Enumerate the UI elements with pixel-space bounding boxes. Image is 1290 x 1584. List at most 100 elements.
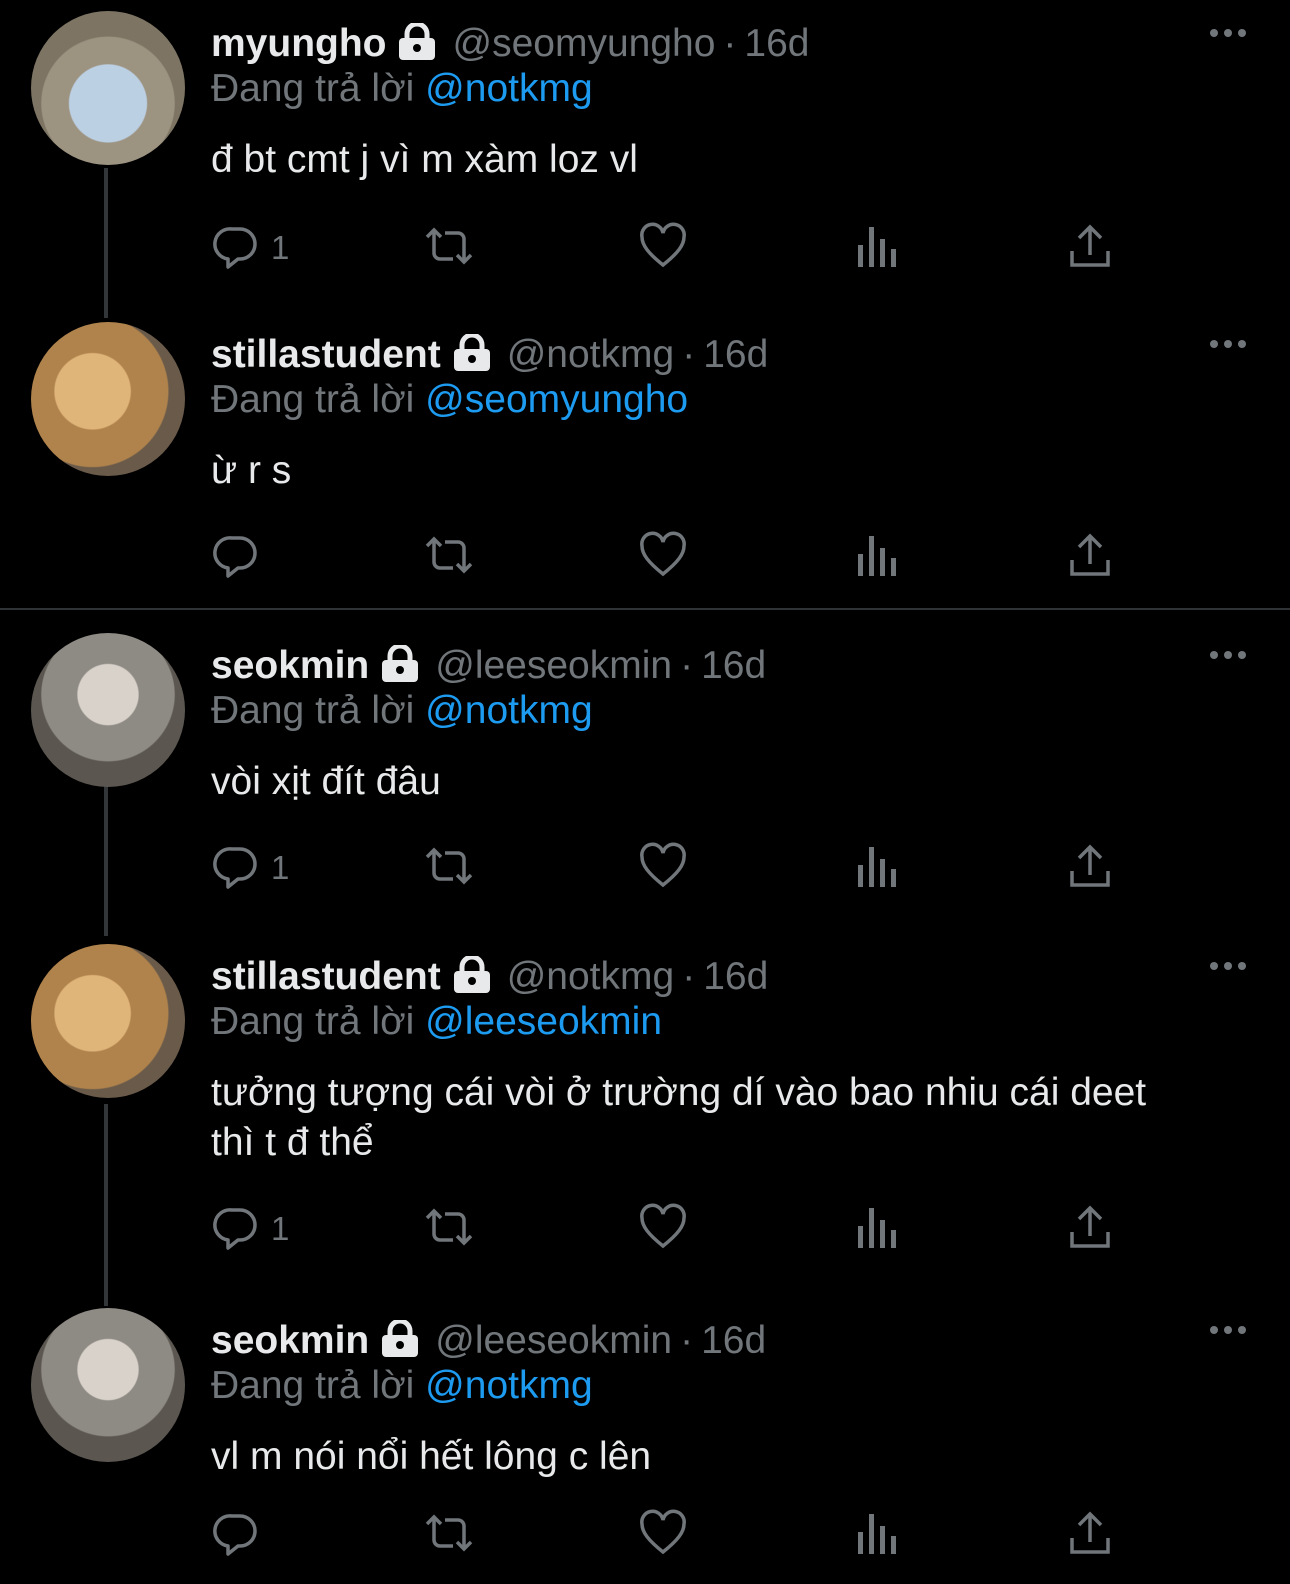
timestamp[interactable]: 16d [701,644,766,688]
avatar[interactable] [31,944,185,1098]
replying-to-label: Đang trả lời [211,378,415,421]
heart-icon [638,530,688,585]
user-handle[interactable]: @notkmg [507,333,674,377]
more-icon[interactable] [1208,26,1248,40]
replying-to-label: Đang trả lời [211,67,415,110]
reply-mention[interactable]: @notkmg [425,689,592,732]
timestamp[interactable]: 16d [744,22,809,66]
reply-mention[interactable]: @notkmg [425,1364,592,1407]
replying-to: Đang trả lời @seomyungho [211,378,688,422]
retweet-icon [421,841,477,896]
like-button[interactable] [638,1201,688,1257]
retweet-button[interactable] [421,220,477,276]
reply-count: 1 [271,229,290,266]
share-icon [1066,530,1114,585]
lock-icon [451,954,493,999]
retweet-button[interactable] [421,529,477,585]
reply-icon [211,221,261,276]
reply-mention[interactable]: @leeseokmin [425,1000,662,1043]
lock-icon [379,643,421,688]
tweet-text: vl m nói nổi hết lông c lên [211,1435,652,1478]
views-button[interactable] [855,1507,899,1563]
like-button[interactable] [638,840,688,896]
views-button[interactable] [855,1201,899,1257]
user-handle[interactable]: @seomyungho [452,22,715,66]
action-bar: 1 [211,840,1131,896]
more-icon[interactable] [1208,1323,1248,1337]
timestamp[interactable]: 16d [703,333,768,377]
display-name[interactable]: seokmin [211,644,369,688]
action-bar: 1 [211,220,1131,276]
reply-button[interactable]: 1 [211,1201,289,1257]
retweet-button[interactable] [421,1201,477,1257]
avatar[interactable] [31,1308,185,1462]
avatar[interactable] [31,322,185,476]
display-name[interactable]: seokmin [211,1319,369,1363]
share-icon [1066,221,1114,276]
separator-dot: · [682,333,696,376]
lock-icon [379,1318,421,1363]
avatar[interactable] [31,11,185,165]
display-name[interactable]: myungho [211,22,386,66]
views-icon [855,221,899,276]
separator-dot: · [723,22,737,65]
reply-mention[interactable]: @notkmg [425,67,592,110]
tweet-text: đ bt cmt j vì m xàm loz vl [211,138,638,181]
share-icon [1066,1202,1114,1257]
like-button[interactable] [638,1507,688,1563]
reply-button[interactable]: 1 [211,840,289,896]
views-button[interactable] [855,840,899,896]
like-button[interactable] [638,220,688,276]
replying-to: Đang trả lời @notkmg [211,1364,593,1408]
heart-icon [638,841,688,896]
retweet-button[interactable] [421,1507,477,1563]
like-button[interactable] [638,529,688,585]
reply-button[interactable] [211,529,271,585]
user-handle[interactable]: @leeseokmin [435,1319,672,1363]
more-icon[interactable] [1208,959,1248,973]
conversation-divider [0,608,1290,610]
retweet-icon [421,1508,477,1563]
heart-icon [638,1202,688,1257]
reply-icon [211,1508,261,1563]
reply-count: 1 [271,1210,290,1247]
heart-icon [638,1508,688,1563]
more-icon[interactable] [1208,337,1248,351]
reply-mention[interactable]: @seomyungho [425,378,688,421]
display-name[interactable]: stillastudent [211,955,441,999]
share-button[interactable] [1066,220,1114,276]
separator-dot: · [682,955,696,998]
tweet-text: vòi xịt đít đâu [211,760,441,803]
retweet-button[interactable] [421,840,477,896]
share-button[interactable] [1066,840,1114,896]
share-button[interactable] [1066,1201,1114,1257]
views-button[interactable] [855,529,899,585]
views-button[interactable] [855,220,899,276]
user-handle[interactable]: @leeseokmin [435,644,672,688]
separator-dot: · [680,1319,694,1362]
separator-dot: · [680,644,694,687]
replying-to: Đang trả lời @notkmg [211,67,593,111]
avatar[interactable] [31,633,185,787]
more-icon[interactable] [1208,648,1248,662]
replying-to-label: Đang trả lời [211,689,415,732]
user-handle[interactable]: @notkmg [507,955,674,999]
thread-line [104,168,108,318]
tweet-text: ừ r s [211,449,292,492]
replying-to: Đang trả lời @leeseokmin [211,1000,662,1044]
timestamp[interactable]: 16d [703,955,768,999]
lock-icon [451,332,493,377]
share-button[interactable] [1066,1507,1114,1563]
reply-icon [211,1202,261,1257]
reply-button[interactable]: 1 [211,220,289,276]
reply-button[interactable] [211,1507,271,1563]
timestamp[interactable]: 16d [701,1319,766,1363]
reply-icon [211,530,261,585]
share-button[interactable] [1066,529,1114,585]
retweet-icon [421,1202,477,1257]
reply-count: 1 [271,849,290,886]
heart-icon [638,221,688,276]
action-bar [211,1507,1131,1563]
display-name[interactable]: stillastudent [211,333,441,377]
action-bar [211,529,1131,585]
